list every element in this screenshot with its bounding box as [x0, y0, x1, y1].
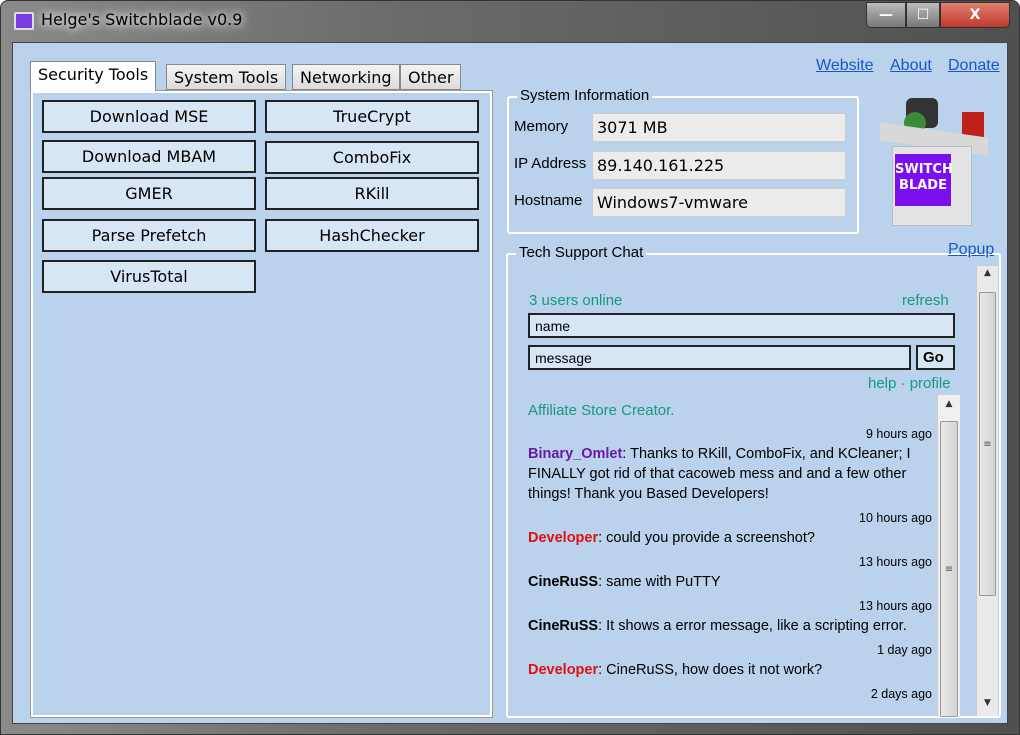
website-link[interactable]: Website — [816, 57, 874, 75]
memory-field: 3071 MB — [592, 113, 846, 142]
close-button[interactable]: X — [940, 2, 1010, 28]
message-time: 13 hours ago — [859, 555, 932, 569]
message-time: 2 days ago — [870, 687, 932, 701]
chat-message: Developer: could you provide a screensho… — [528, 528, 932, 548]
messages-scrollbar[interactable]: ▲ ≡ — [937, 395, 960, 717]
help-profile-links: help · profile — [868, 375, 951, 392]
messages-scrollbar-thumb[interactable]: ≡ — [940, 421, 958, 717]
name-input[interactable]: name — [528, 313, 955, 338]
go-button[interactable]: Go — [916, 345, 955, 370]
chat-messages: 9 hours ago Binary_Omlet: Thanks to RKil… — [528, 420, 932, 704]
message-time: 10 hours ago — [859, 511, 932, 525]
tab-system-tools[interactable]: System Tools — [166, 64, 287, 90]
tab-networking[interactable]: Networking — [292, 64, 400, 90]
message-text: : CineRuSS, how does it not work? — [598, 662, 823, 678]
tab-security-tools[interactable]: Security Tools — [30, 61, 157, 91]
scrollbar-thumb[interactable]: ≡ — [979, 292, 996, 596]
message-time: 9 hours ago — [865, 427, 932, 441]
download-mbam-button[interactable]: Download MBAM — [42, 140, 256, 173]
about-link[interactable]: About — [890, 57, 932, 75]
donate-link[interactable]: Donate — [948, 57, 1000, 75]
popup-link[interactable]: Popup — [948, 241, 994, 259]
message-time: 13 hours ago — [859, 599, 932, 613]
ip-address-label: IP Address — [514, 155, 587, 172]
hostname-label: Hostname — [514, 192, 583, 209]
switchblade-logo: SWITCH BLADE — [880, 98, 988, 226]
tab-other[interactable]: Other — [400, 64, 462, 90]
chat-message: CineRuSS: same with PuTTY — [528, 572, 932, 592]
help-link[interactable]: help — [868, 375, 896, 392]
chat-message: CineRuSS: It shows a error message, like… — [528, 616, 932, 636]
minimize-button[interactable]: — — [866, 2, 906, 28]
users-online: 3 users online — [529, 292, 623, 309]
parse-prefetch-button[interactable]: Parse Prefetch — [42, 219, 256, 252]
app-icon — [14, 12, 34, 30]
hostname-field: Windows7-vmware — [592, 188, 846, 217]
chat-message: Developer: CineRuSS, how does it not wor… — [528, 660, 932, 680]
window-title: Helge's Switchblade v0.9 — [41, 10, 243, 29]
gmer-button[interactable]: GMER — [42, 177, 256, 210]
system-information-title: System Information — [517, 87, 653, 104]
scroll-up-arrow[interactable]: ▲ — [977, 268, 998, 284]
message-text: : same with PuTTY — [598, 574, 721, 590]
messages-scroll-up-arrow[interactable]: ▲ — [938, 399, 960, 415]
message-user[interactable]: Developer — [528, 662, 598, 678]
maximize-button[interactable]: ☐ — [906, 2, 940, 28]
truecrypt-button[interactable]: TrueCrypt — [265, 100, 479, 133]
chat-scrollbar[interactable]: ▲ ≡ ▼ — [976, 266, 998, 716]
chat-message: Binary_Omlet: Thanks to RKill, ComboFix,… — [528, 444, 932, 504]
message-user[interactable]: CineRuSS — [528, 574, 598, 590]
message-user[interactable]: Developer — [528, 530, 598, 546]
message-time: 1 day ago — [877, 643, 932, 657]
message-user[interactable]: CineRuSS — [528, 618, 598, 634]
download-mse-button[interactable]: Download MSE — [42, 100, 256, 133]
scroll-down-arrow[interactable]: ▼ — [977, 698, 998, 714]
hashchecker-button[interactable]: HashChecker — [265, 219, 479, 252]
chat-title: Tech Support Chat — [516, 244, 647, 261]
message-input[interactable]: message — [528, 345, 911, 370]
separator: · — [896, 375, 910, 392]
message-user[interactable]: Binary_Omlet — [528, 446, 622, 462]
profile-link[interactable]: profile — [910, 375, 951, 392]
memory-label: Memory — [514, 118, 569, 135]
virustotal-button[interactable]: VirusTotal — [42, 260, 256, 293]
ip-address-field: 89.140.161.225 — [592, 151, 846, 180]
message-text: : could you provide a screenshot? — [598, 530, 815, 546]
rkill-button[interactable]: RKill — [265, 177, 479, 210]
refresh-link[interactable]: refresh — [902, 292, 949, 309]
combofix-button[interactable]: ComboFix — [265, 141, 479, 174]
affiliate-link[interactable]: Affiliate Store Creator. — [528, 402, 674, 419]
message-text: : It shows a error message, like a scrip… — [598, 618, 907, 634]
